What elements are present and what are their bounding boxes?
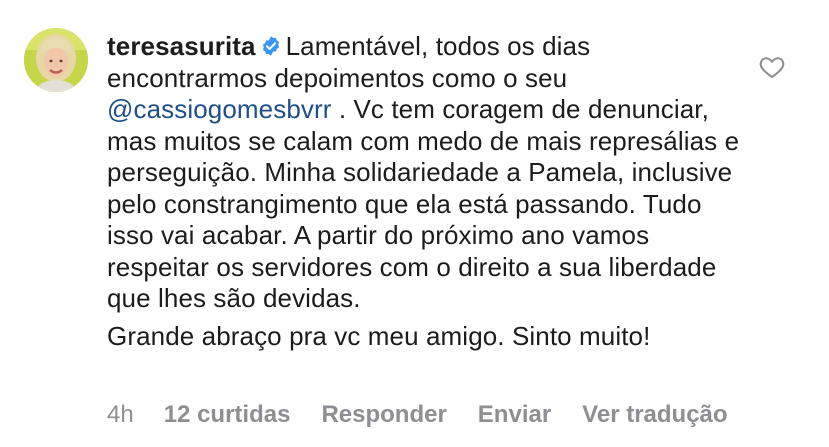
comment-actions: 4h 12 curtidas Responder Enviar Ver tradução: [107, 401, 759, 429]
avatar-image: [24, 28, 88, 92]
see-translation-button[interactable]: Ver tradução: [582, 401, 727, 429]
send-button[interactable]: Enviar: [478, 401, 551, 429]
heart-outline-icon[interactable]: [758, 53, 786, 81]
likes-count-button[interactable]: 12 curtidas: [164, 401, 291, 429]
comment-paragraph-2: Grande abraço pra vc meu amigo. Sinto mu…: [107, 320, 651, 351]
reply-button[interactable]: Responder: [321, 401, 446, 429]
comment-timestamp: 4h: [107, 401, 134, 428]
comment-username[interactable]: teresasurita: [107, 31, 256, 61]
comment-paragraph-1: teresasurita Lamentável, todos os dias en…: [107, 31, 747, 315]
comment-text-end: . Vc tem coragem de denunciar, mas muito…: [107, 94, 740, 313]
comment-body: teresasurita Lamentável, todos os dias en…: [107, 31, 747, 352]
avatar[interactable]: [24, 28, 88, 92]
verified-badge-icon: [262, 36, 279, 56]
comment-container: teresasurita Lamentável, todos os dias en…: [0, 0, 829, 447]
comment-mention-link[interactable]: @cassiogomesbvrr: [107, 94, 332, 124]
